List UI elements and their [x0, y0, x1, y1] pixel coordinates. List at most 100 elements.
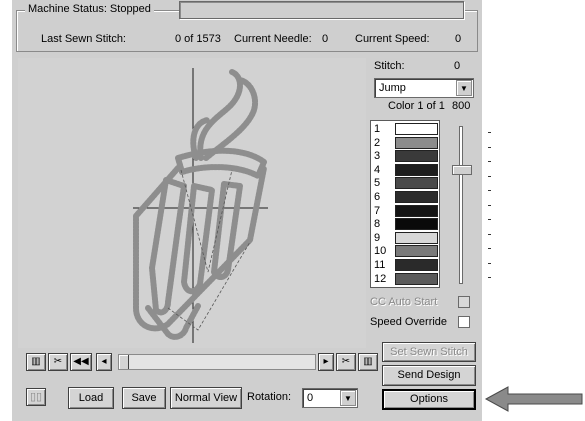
speed-slider-thumb[interactable]	[452, 165, 472, 175]
stitch-scrollbar-thumb[interactable]	[119, 355, 129, 369]
color-number: 5	[374, 177, 381, 190]
color-list-item[interactable]: 3	[371, 150, 439, 163]
rewind-icon[interactable]: ◀◀	[70, 353, 92, 371]
color-list[interactable]: 1 2 3 4 5 6 7 8 9 10 11 12	[370, 120, 440, 288]
slider-tick	[488, 132, 491, 133]
slider-tick	[488, 175, 491, 177]
color-swatch	[395, 204, 438, 217]
set-sewn-stitch-label: Set Sewn Stitch	[390, 346, 468, 358]
color-number: 4	[374, 163, 381, 176]
chevron-down-icon[interactable]: ▼	[340, 390, 356, 406]
slider-tick	[488, 277, 491, 278]
slider-tick	[488, 233, 491, 235]
color-swatch	[395, 123, 438, 135]
rotation-select[interactable]: 0 ▼	[302, 388, 358, 408]
speed-slider-track[interactable]	[459, 126, 463, 284]
send-design-label: Send Design	[397, 369, 461, 381]
color-swatch	[395, 218, 438, 231]
normal-view-label: Normal View	[174, 392, 238, 404]
color-list-item[interactable]: 7	[371, 204, 439, 218]
color-number: 3	[374, 150, 381, 163]
cc-auto-start-row: CC Auto Start	[370, 296, 437, 308]
color-list-item[interactable]: 11	[371, 259, 439, 272]
color-swatch	[395, 163, 438, 176]
load-label: Load	[78, 392, 104, 404]
color-list-item[interactable]: 9	[371, 231, 439, 245]
slider-tick	[488, 248, 491, 249]
save-button[interactable]: Save	[122, 387, 166, 409]
color-count: 800	[452, 100, 471, 112]
color-list-item[interactable]: 1	[371, 123, 439, 136]
color-swatch	[395, 231, 438, 244]
status-row: Last Sewn Stitch: 0 of 1573 Current Need…	[17, 33, 477, 47]
send-design-button[interactable]: Send Design	[382, 365, 476, 386]
pause-icon[interactable]: ▯▯	[26, 388, 46, 406]
rotation-label: Rotation:	[247, 391, 292, 403]
color-number: 11	[374, 259, 386, 271]
speed-override-checkbox[interactable]	[458, 316, 470, 328]
rotation-value: 0	[307, 392, 314, 404]
color-swatch	[395, 191, 438, 203]
color-list-item[interactable]: 10	[371, 245, 439, 258]
color-swatch	[395, 272, 438, 285]
stitch-type-value: Jump	[379, 82, 406, 94]
machine-status-group: Machine Status: Stopped Last Sewn Stitch…	[16, 1, 478, 52]
color-swatch	[395, 136, 438, 149]
color-number: 1	[374, 123, 381, 135]
chevron-down-icon[interactable]: ▼	[456, 80, 472, 96]
slider-tick	[488, 262, 491, 264]
color-number: 2	[374, 136, 381, 149]
cc-auto-start-label: CC Auto Start	[370, 296, 438, 308]
scroll-right-arrow-icon[interactable]: ▸	[318, 353, 334, 371]
embroidery-design	[133, 68, 268, 343]
stitch-outline	[133, 69, 267, 340]
speed-override-row: Speed Override	[370, 316, 447, 328]
cc-auto-start-checkbox[interactable]	[458, 296, 470, 308]
color-list-item[interactable]: 6	[371, 191, 439, 204]
current-speed-value: 0	[455, 33, 462, 45]
stitch-value: 0	[454, 60, 461, 72]
speed-override-label: Speed Override	[370, 316, 448, 328]
stitch-scrollbar[interactable]	[118, 354, 316, 370]
slider-tick	[488, 146, 491, 148]
color-list-item[interactable]: 8	[371, 218, 439, 231]
slider-tick	[488, 204, 491, 206]
color-number: 10	[374, 245, 387, 258]
load-button[interactable]: Load	[68, 387, 114, 409]
set-sewn-stitch-button[interactable]: Set Sewn Stitch	[382, 342, 476, 362]
scroll-left-arrow-icon[interactable]: ◂	[96, 353, 112, 371]
options-label: Options	[410, 393, 448, 405]
sewing-dialog: Machine Status: Stopped Last Sewn Stitch…	[12, 0, 491, 421]
machine-icon[interactable]: ▥	[26, 353, 46, 371]
stitch-label: Stitch:	[374, 60, 405, 72]
color-number: 7	[374, 204, 381, 217]
color-number: 6	[374, 191, 381, 203]
options-button[interactable]: Options	[382, 389, 476, 410]
current-needle-label: Current Needle:	[234, 33, 312, 45]
current-needle-value: 0	[322, 33, 329, 45]
last-sewn-value: 0 of 1573	[175, 33, 221, 45]
current-speed-label: Current Speed:	[355, 33, 430, 45]
stitch-type-select[interactable]: Jump ▼	[374, 78, 474, 98]
machine-status-label: Machine Status: Stopped	[25, 3, 154, 15]
color-label: Color 1 of 1	[388, 100, 445, 112]
color-swatch	[395, 259, 438, 271]
normal-view-button[interactable]: Normal View	[170, 387, 242, 409]
scissors-icon[interactable]: ✂	[48, 353, 68, 371]
slider-tick	[488, 219, 491, 220]
color-list-item[interactable]: 4	[371, 163, 439, 177]
sewing-progress-bar	[179, 1, 464, 19]
save-label: Save	[131, 392, 157, 404]
color-number: 9	[374, 231, 381, 244]
scissors-icon[interactable]: ✂	[336, 353, 356, 371]
color-list-item[interactable]: 12	[371, 272, 439, 286]
machine-icon[interactable]: ▥	[358, 353, 378, 371]
color-list-item[interactable]: 2	[371, 136, 439, 150]
color-swatch	[395, 150, 438, 163]
color-list-item[interactable]: 5	[371, 177, 439, 190]
slider-tick	[488, 190, 491, 191]
design-preview[interactable]	[18, 58, 366, 348]
color-swatch	[395, 177, 438, 190]
color-number: 12	[374, 272, 387, 285]
color-number: 8	[374, 218, 381, 231]
